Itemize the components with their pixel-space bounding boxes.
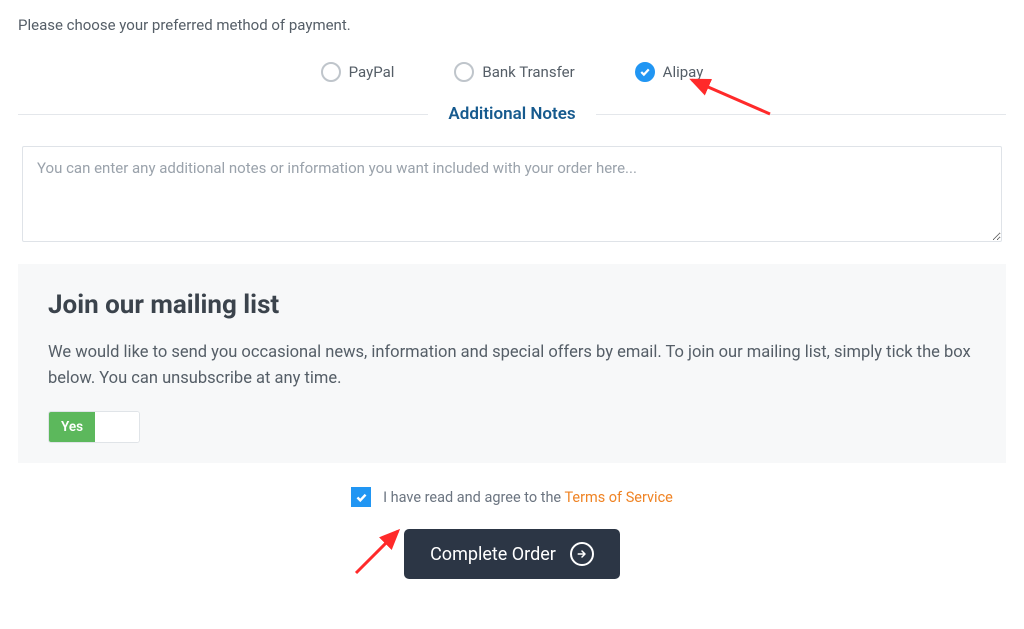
payment-option-paypal[interactable]: PayPal	[321, 62, 395, 82]
payment-option-label: PayPal	[349, 63, 395, 81]
radio-unchecked-icon	[454, 62, 474, 82]
tos-text: I have read and agree to the Terms of Se…	[383, 489, 673, 506]
tos-row: I have read and agree to the Terms of Se…	[18, 487, 1006, 507]
tos-link[interactable]: Terms of Service	[564, 489, 672, 506]
section-title-additional-notes: Additional Notes	[448, 104, 575, 124]
radio-checked-icon	[635, 62, 655, 82]
mailing-list-toggle[interactable]: Yes	[48, 411, 140, 443]
payment-option-label: Bank Transfer	[482, 63, 574, 81]
payment-option-label: Alipay	[663, 63, 704, 81]
radio-unchecked-icon	[321, 62, 341, 82]
toggle-on-label: Yes	[49, 412, 95, 442]
tos-prefix: I have read and agree to the	[383, 489, 564, 506]
payment-options-row: PayPal Bank Transfer Alipay	[18, 62, 1006, 82]
toggle-off-blank	[95, 412, 139, 442]
payment-method-prompt: Please choose your preferred method of p…	[18, 16, 1006, 34]
payment-option-alipay[interactable]: Alipay	[635, 62, 704, 82]
mailing-list-card: Join our mailing list We would like to s…	[18, 264, 1006, 463]
tos-checkbox[interactable]	[351, 487, 371, 507]
payment-option-bank-transfer[interactable]: Bank Transfer	[454, 62, 574, 82]
complete-order-button[interactable]: Complete Order	[404, 529, 620, 579]
arrow-right-circle-icon	[570, 542, 594, 566]
section-separator: Additional Notes	[18, 104, 1006, 124]
check-icon	[355, 491, 368, 504]
additional-notes-textarea[interactable]	[22, 146, 1002, 242]
mailing-list-title: Join our mailing list	[48, 290, 976, 320]
complete-order-label: Complete Order	[430, 544, 556, 565]
mailing-list-description: We would like to send you occasional new…	[48, 340, 976, 391]
